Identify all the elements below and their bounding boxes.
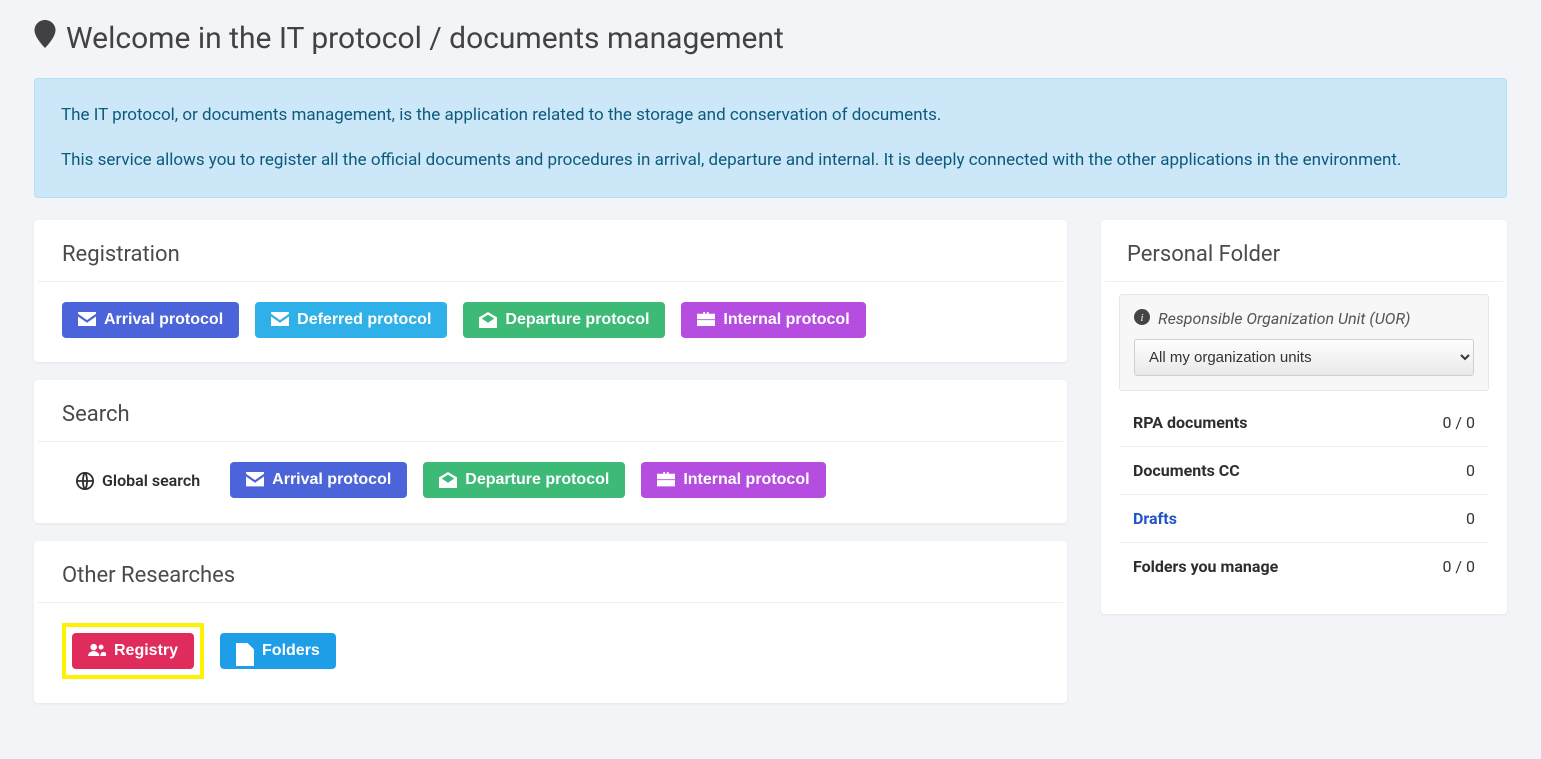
info-banner-line1: The IT protocol, or documents management…: [61, 101, 1480, 130]
departure-protocol-label: Departure protocol: [505, 311, 649, 329]
pin-icon: [34, 20, 56, 56]
folders-button[interactable]: Folders: [220, 633, 336, 669]
arrival-protocol-label: Arrival protocol: [104, 311, 223, 329]
departure-protocol-button[interactable]: Departure protocol: [463, 302, 665, 338]
global-search-label: Global search: [102, 471, 200, 490]
stat-folders: Folders you manage 0 / 0: [1119, 543, 1489, 590]
other-researches-title: Other Researches: [34, 541, 1067, 602]
stat-rpa: RPA documents 0 / 0: [1119, 399, 1489, 447]
registration-title: Registration: [34, 220, 1067, 281]
briefcase-icon: [657, 472, 675, 488]
svg-text:i: i: [1140, 312, 1143, 324]
deferred-protocol-label: Deferred protocol: [297, 311, 431, 329]
stat-cc-label: Documents CC: [1133, 461, 1240, 480]
stat-drafts-link[interactable]: Drafts: [1133, 509, 1177, 528]
envelope-icon: [78, 312, 96, 328]
stat-folders-value: 0 / 0: [1442, 557, 1475, 576]
briefcase-icon: [697, 312, 715, 328]
stat-cc-value: 0: [1466, 461, 1475, 480]
info-icon: i: [1134, 309, 1150, 329]
stat-drafts-value: 0: [1466, 509, 1475, 528]
global-search-link[interactable]: Global search: [62, 462, 214, 499]
search-internal-label: Internal protocol: [683, 471, 809, 489]
globe-icon: [76, 472, 94, 488]
internal-protocol-label: Internal protocol: [723, 311, 849, 329]
search-card: Search Global search Arrival protocol: [34, 380, 1067, 523]
search-arrival-button[interactable]: Arrival protocol: [230, 462, 407, 498]
deferred-protocol-button[interactable]: Deferred protocol: [255, 302, 447, 338]
info-banner-line2: This service allows you to register all …: [61, 146, 1480, 175]
envelope-open-icon: [479, 312, 497, 328]
stat-rpa-label: RPA documents: [1133, 413, 1247, 432]
users-icon: [88, 643, 106, 659]
folders-label: Folders: [262, 642, 320, 660]
registration-card: Registration Arrival protocol Deferred p…: [34, 220, 1067, 362]
personal-folder-card: Personal Folder i Responsible Organizati…: [1101, 220, 1507, 614]
uor-box: i Responsible Organization Unit (UOR) Al…: [1119, 294, 1489, 391]
uor-label: i Responsible Organization Unit (UOR): [1134, 309, 1474, 329]
registry-label: Registry: [114, 642, 178, 660]
search-internal-button[interactable]: Internal protocol: [641, 462, 825, 498]
registry-highlight: Registry: [62, 623, 204, 679]
search-departure-label: Departure protocol: [465, 471, 609, 489]
personal-folder-title: Personal Folder: [1101, 220, 1507, 281]
stat-drafts: Drafts 0: [1119, 495, 1489, 543]
info-banner: The IT protocol, or documents management…: [34, 78, 1507, 198]
uor-label-text: Responsible Organization Unit (UOR): [1158, 309, 1410, 328]
search-arrival-label: Arrival protocol: [272, 471, 391, 489]
envelope-open-icon: [439, 472, 457, 488]
stat-rpa-value: 0 / 0: [1442, 413, 1475, 432]
stat-folders-label: Folders you manage: [1133, 557, 1278, 576]
uor-select[interactable]: All my organization units: [1134, 339, 1474, 376]
internal-protocol-button[interactable]: Internal protocol: [681, 302, 865, 338]
envelope-icon: [246, 472, 264, 488]
search-title: Search: [34, 380, 1067, 441]
file-icon: [236, 643, 254, 659]
other-researches-card: Other Researches Registry: [34, 541, 1067, 703]
page-title: Welcome in the IT protocol / documents m…: [34, 20, 1507, 56]
registry-button[interactable]: Registry: [72, 633, 194, 669]
envelope-icon: [271, 312, 289, 328]
page-title-text: Welcome in the IT protocol / documents m…: [66, 21, 784, 56]
search-departure-button[interactable]: Departure protocol: [423, 462, 625, 498]
stat-cc: Documents CC 0: [1119, 447, 1489, 495]
arrival-protocol-button[interactable]: Arrival protocol: [62, 302, 239, 338]
